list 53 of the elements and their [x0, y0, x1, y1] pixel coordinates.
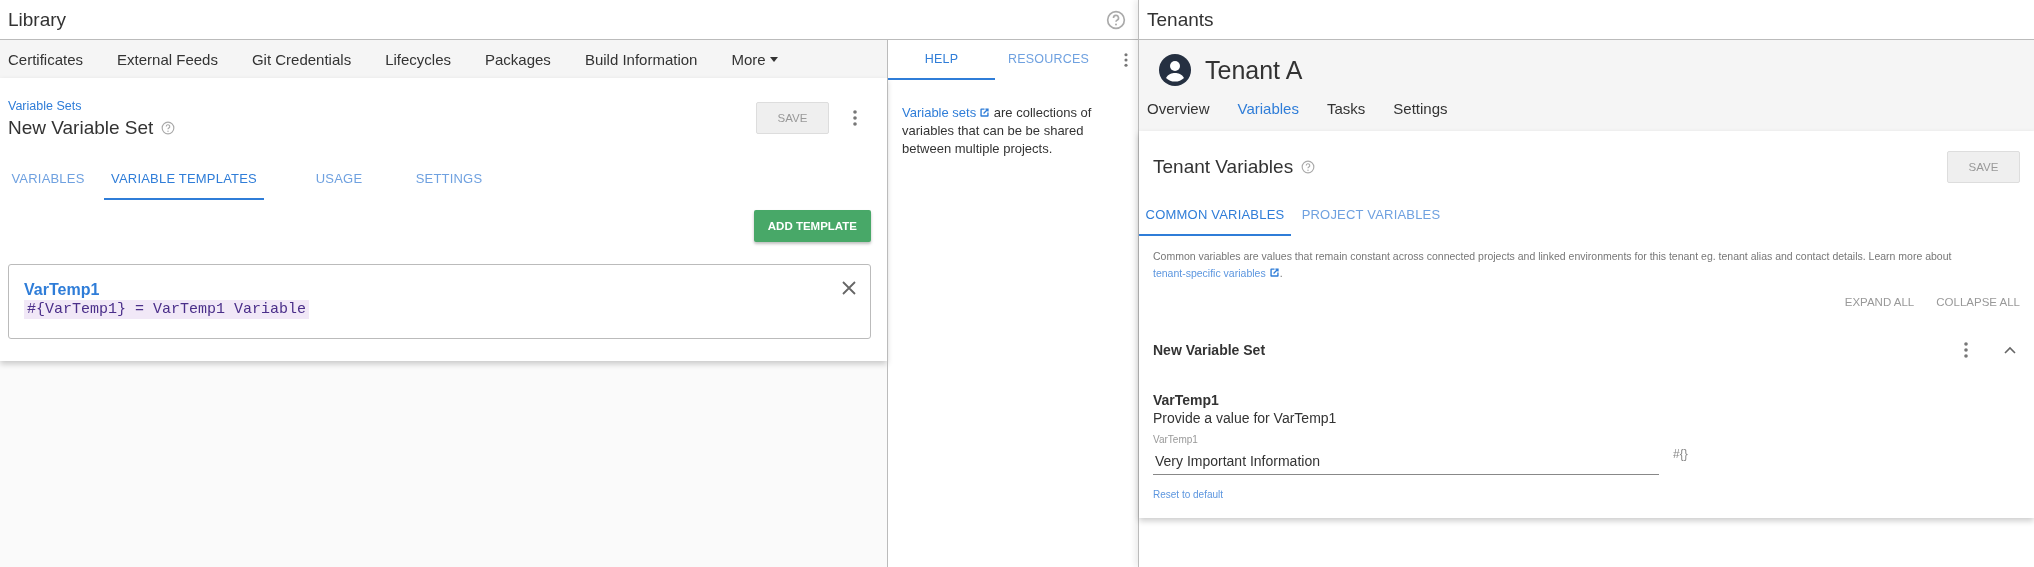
window-title: Library	[8, 8, 67, 31]
tab[interactable]: SETTINGS	[394, 159, 504, 200]
help-text: Variable sets are collections of variables that can be be shared between multiple projects.	[902, 104, 1093, 158]
user-avatar-icon	[1159, 54, 1191, 86]
template-expression: #{VarTemp1} = VarTemp1 Variable	[24, 300, 310, 319]
nav-link[interactable]: Lifecycles	[385, 50, 451, 68]
template-name[interactable]: VarTemp1	[24, 281, 310, 299]
nav-tab[interactable]: Tasks	[1326, 100, 1366, 117]
more-vertical-icon[interactable]	[853, 110, 857, 126]
help-icon[interactable]	[1106, 9, 1126, 30]
nav-tab[interactable]: Settings	[1393, 100, 1448, 117]
variable-set-title: New Variable Set	[1153, 342, 1266, 358]
external-link-icon	[1268, 267, 1280, 278]
variable-sets-link[interactable]: Variable sets	[902, 105, 991, 120]
nav-link[interactable]: Packages	[485, 50, 551, 68]
section-heading: Tenant Variables	[1153, 156, 1294, 178]
tab[interactable]: VARIABLES	[8, 159, 88, 200]
nav-tab[interactable]: Variables	[1237, 100, 1299, 117]
description-text: Common variables are values that remain constant across connected projects and linked environments for this tenant eg. tenant alias and contact details. Learn more about tenant-specific variables .	[1153, 249, 1953, 281]
collapse-all-button[interactable]: COLLAPSE ALL	[1936, 292, 2020, 312]
nav-link[interactable]: Git Credentials	[251, 50, 352, 68]
nav-link[interactable]: Certificates	[8, 50, 84, 68]
field-label: VarTemp1	[1153, 434, 1198, 445]
expand-all-button[interactable]: EXPAND ALL	[1844, 292, 1915, 312]
help-icon[interactable]	[1301, 160, 1316, 174]
close-icon[interactable]	[842, 281, 856, 295]
window-title: Tenants	[1147, 8, 1214, 31]
tab[interactable]: COMMON VARIABLES	[1139, 195, 1291, 236]
caret-icon	[769, 56, 778, 62]
tab[interactable]: PROJECT VARIABLES	[1301, 195, 1441, 236]
tab[interactable]: USAGE	[284, 159, 394, 200]
tab[interactable]: VARIABLE TEMPLATES	[104, 159, 264, 200]
tenant-variables-link[interactable]: tenant-specific variables	[1153, 267, 1280, 279]
help-icon[interactable]	[161, 121, 176, 135]
reset-to-default-link[interactable]: Reset to default	[1153, 489, 1224, 500]
nav-link[interactable]: Build Information	[584, 50, 698, 68]
tenant-name: Tenant A	[1205, 55, 1303, 85]
breadcrumb-link[interactable]: Variable Sets	[8, 99, 82, 113]
more-menu[interactable]: More	[731, 50, 778, 68]
tab[interactable]: HELP	[888, 40, 995, 80]
nav-tab[interactable]: Overview	[1147, 100, 1210, 117]
variable-name: VarTemp1	[1153, 392, 1220, 408]
binding-icon[interactable]: #{}	[1673, 447, 1688, 461]
page-heading: New Variable Set	[8, 117, 154, 139]
more-vertical-icon[interactable]	[1964, 342, 1968, 358]
variable-input-field[interactable]: Very Important Information	[1153, 445, 1659, 475]
nav-link[interactable]: External Feeds	[117, 50, 218, 68]
add-template-button[interactable]: ADD TEMPLATE	[753, 210, 871, 242]
chevron-up-icon[interactable]	[2004, 346, 2016, 354]
external-link-icon	[979, 107, 991, 118]
tab[interactable]: RESOURCES	[995, 40, 1102, 80]
variable-hint: Provide a value for VarTemp1	[1153, 410, 1338, 426]
more-vertical-icon[interactable]	[1124, 53, 1128, 67]
